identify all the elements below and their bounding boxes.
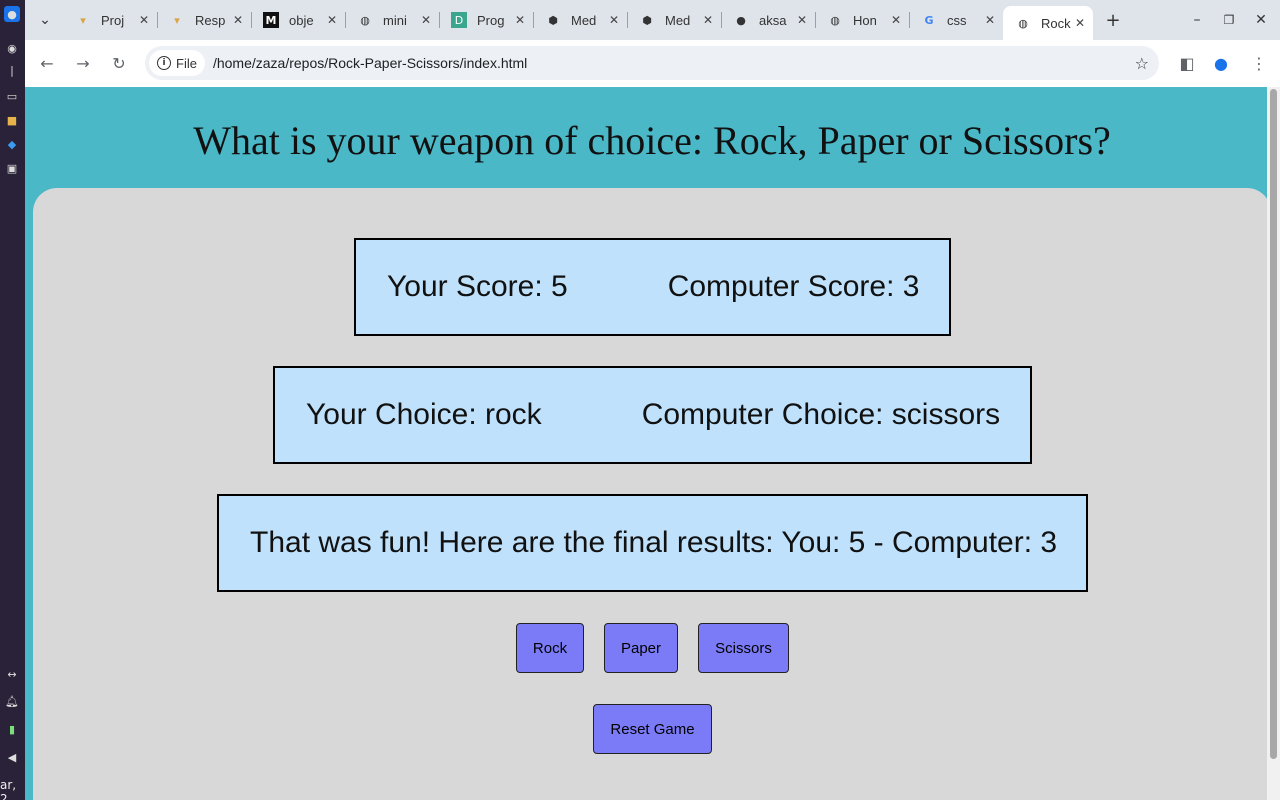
tab-title: Rock bbox=[1041, 15, 1071, 31]
page-title: What is your weapon of choice: Rock, Pap… bbox=[193, 118, 1111, 163]
close-window-icon[interactable]: ✕ bbox=[1249, 8, 1273, 32]
folder-icon: ▾ bbox=[80, 13, 86, 27]
tab-title: Med bbox=[665, 12, 691, 28]
files-icon[interactable]: ▭ bbox=[4, 88, 20, 104]
back-icon[interactable]: ← bbox=[35, 51, 59, 75]
your-score: Your Score: 5 bbox=[387, 270, 568, 303]
close-icon[interactable]: ✕ bbox=[609, 13, 619, 27]
reset-game-button[interactable]: Reset Game bbox=[593, 704, 712, 754]
screen-icon[interactable]: ↔ bbox=[4, 666, 20, 682]
tab-title: Proj bbox=[101, 12, 125, 28]
minimize-icon[interactable]: – bbox=[1185, 8, 1209, 32]
hex-icon: ⬢ bbox=[642, 13, 652, 27]
date-label: ar, 2 bbox=[0, 778, 17, 800]
page-scrollbar[interactable] bbox=[1267, 87, 1280, 800]
globe-icon: ◍ bbox=[830, 13, 840, 27]
chip-label: File bbox=[176, 55, 197, 71]
chrome-icon[interactable]: ◉ bbox=[4, 40, 20, 56]
scissors-button[interactable]: Scissors bbox=[698, 623, 789, 673]
url-text[interactable]: /home/zaza/repos/Rock-Paper-Scissors/ind… bbox=[213, 55, 527, 71]
tab[interactable]: ▾ Proj ✕ bbox=[63, 6, 158, 34]
tab-active[interactable]: ◍ Rock ✕ bbox=[1003, 6, 1093, 40]
m-icon: M bbox=[263, 12, 279, 28]
tab-title: Hon bbox=[853, 12, 877, 28]
close-icon[interactable]: ✕ bbox=[515, 13, 525, 27]
d-icon: D bbox=[451, 12, 467, 28]
folder-icon[interactable]: ■ bbox=[4, 112, 20, 128]
divider-icon: | bbox=[10, 63, 14, 77]
battery-icon: ▮ bbox=[8, 722, 16, 736]
tab-title: obje bbox=[289, 12, 314, 28]
tab[interactable]: G css ✕ bbox=[909, 6, 1003, 34]
new-tab-icon[interactable]: + bbox=[1101, 8, 1125, 32]
tab[interactable]: ▾ Resp ✕ bbox=[157, 6, 252, 34]
tab-title: Med bbox=[571, 12, 597, 28]
tab-title: aksa bbox=[759, 12, 787, 28]
scrollbar-thumb[interactable] bbox=[1270, 89, 1277, 759]
tab-strip: ⌄ ▾ Proj ✕ ▾ Resp ✕ M obje ✕ ◍ mini ✕ D … bbox=[25, 0, 1280, 40]
close-icon[interactable]: ✕ bbox=[327, 13, 337, 27]
bookmark-star-icon[interactable]: ☆ bbox=[1135, 54, 1149, 73]
site-info-chip[interactable]: i File bbox=[149, 50, 205, 76]
close-icon[interactable]: ✕ bbox=[891, 13, 901, 27]
hex-icon: ⬢ bbox=[548, 13, 558, 27]
restore-icon[interactable]: ❐ bbox=[1217, 8, 1241, 32]
result-box: That was fun! Here are the final results… bbox=[217, 494, 1088, 592]
close-icon[interactable]: ✕ bbox=[703, 13, 713, 27]
rock-button[interactable]: Rock bbox=[516, 623, 584, 673]
reload-icon[interactable]: ↻ bbox=[107, 51, 131, 75]
tab[interactable]: ⬢ Med ✕ bbox=[627, 6, 722, 34]
tab[interactable]: ◍ Hon ✕ bbox=[815, 6, 910, 34]
globe-icon: ◍ bbox=[360, 13, 370, 27]
result-message: That was fun! Here are the final results… bbox=[250, 526, 1058, 559]
tab-title: Resp bbox=[195, 12, 226, 28]
close-icon[interactable]: ✕ bbox=[985, 13, 995, 27]
close-icon[interactable]: ✕ bbox=[1075, 16, 1085, 30]
close-icon[interactable]: ✕ bbox=[421, 13, 431, 27]
google-icon: G bbox=[924, 13, 934, 27]
your-choice: Your Choice: rock bbox=[306, 398, 542, 431]
profile-avatar-icon[interactable]: ● bbox=[1209, 51, 1233, 75]
computer-choice: Computer Choice: scissors bbox=[641, 398, 1001, 431]
terminal-icon[interactable]: ▣ bbox=[4, 160, 20, 176]
tab[interactable]: ⬢ Med ✕ bbox=[533, 6, 628, 34]
close-icon[interactable]: ✕ bbox=[233, 13, 243, 27]
side-panel-icon[interactable]: ◧ bbox=[1175, 51, 1199, 75]
volume-icon[interactable]: ◀ bbox=[4, 749, 20, 765]
tab[interactable]: ◍ mini ✕ bbox=[345, 6, 440, 34]
tab[interactable]: ● aksa ✕ bbox=[721, 6, 816, 34]
tab[interactable]: D Prog ✕ bbox=[439, 6, 534, 34]
address-bar[interactable]: i File /home/zaza/repos/Rock-Paper-Sciss… bbox=[145, 46, 1159, 80]
bell-icon[interactable]: 🔔︎ bbox=[4, 693, 20, 709]
vscode-icon[interactable]: ◆ bbox=[4, 136, 20, 152]
choice-box: Your Choice: rock Computer Choice: sciss… bbox=[273, 366, 1032, 464]
folder-icon: ▾ bbox=[174, 13, 180, 27]
game-panel: Your Score: 5 Computer Score: 3 Your Cho… bbox=[33, 188, 1267, 800]
app-launcher-icon[interactable]: ● bbox=[4, 6, 20, 22]
close-icon[interactable]: ✕ bbox=[139, 13, 149, 27]
menu-kebab-icon[interactable]: ⋮ bbox=[1247, 51, 1271, 75]
close-icon[interactable]: ✕ bbox=[797, 13, 807, 27]
forward-icon[interactable]: → bbox=[71, 51, 95, 75]
globe-icon: ◍ bbox=[1018, 16, 1028, 30]
tab-title: Prog bbox=[477, 12, 505, 28]
browser-chrome: ⌄ ▾ Proj ✕ ▾ Resp ✕ M obje ✕ ◍ mini ✕ D … bbox=[25, 0, 1280, 87]
os-shelf: ● ◉ | ▭ ■ ◆ ▣ ↔ 🔔︎ ▮ ◀ ar, 2 bbox=[0, 0, 25, 800]
tab[interactable]: M obje ✕ bbox=[251, 6, 346, 34]
info-icon: i bbox=[157, 56, 171, 70]
page-content: What is your weapon of choice: Rock, Pap… bbox=[25, 87, 1267, 800]
computer-score: Computer Score: 3 bbox=[667, 270, 920, 303]
tab-search-icon[interactable]: ⌄ bbox=[33, 8, 57, 32]
tab-title: mini bbox=[383, 12, 407, 28]
paper-button[interactable]: Paper bbox=[604, 623, 678, 673]
score-box: Your Score: 5 Computer Score: 3 bbox=[354, 238, 951, 336]
tab-title: css bbox=[947, 12, 967, 28]
github-icon: ● bbox=[736, 13, 746, 27]
browser-toolbar: ← → ↻ i File /home/zaza/repos/Rock-Paper… bbox=[25, 40, 1280, 87]
